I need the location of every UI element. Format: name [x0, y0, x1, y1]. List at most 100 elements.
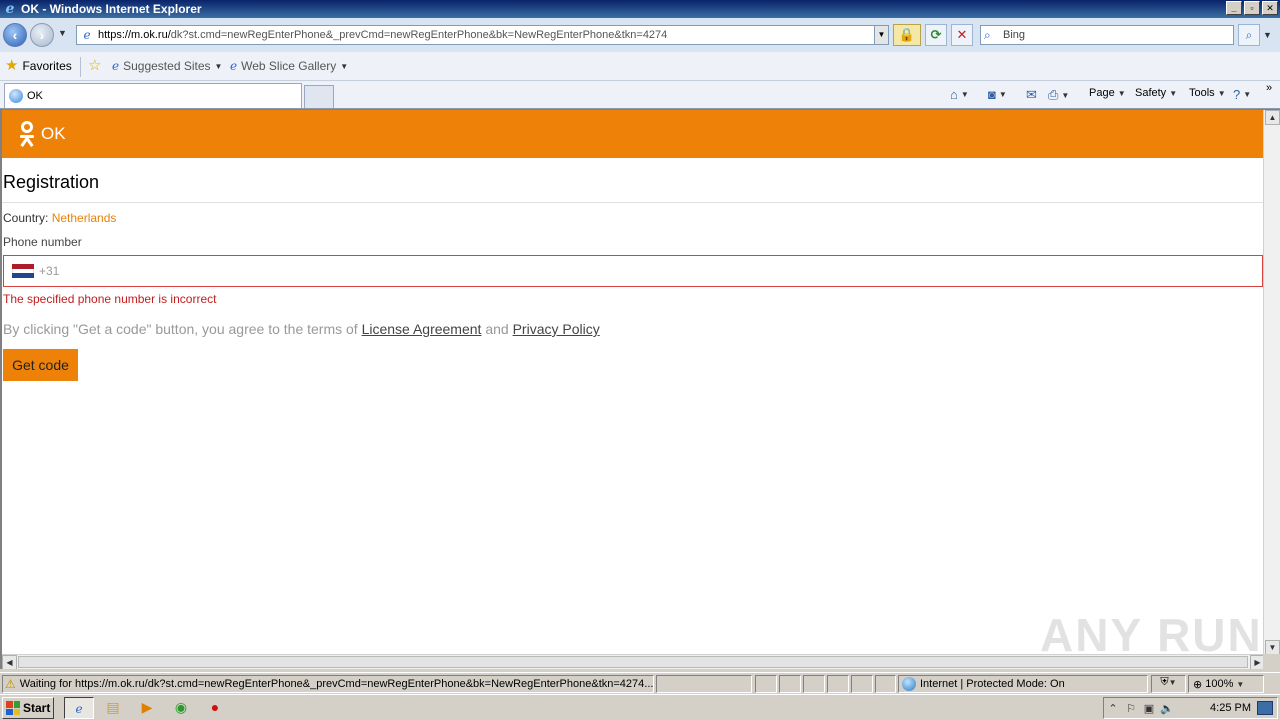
- scroll-left-icon[interactable]: ◀: [2, 655, 17, 669]
- suggested-sites-link[interactable]: e Suggested Sites ▼: [112, 59, 222, 73]
- vertical-scrollbar[interactable]: ▲ ▼: [1263, 110, 1280, 655]
- status-pane: [875, 675, 896, 693]
- protected-mode-button[interactable]: ⛨▼: [1151, 675, 1186, 693]
- site-name[interactable]: OK: [41, 124, 66, 144]
- home-button[interactable]: ⌂ ▼: [950, 87, 969, 102]
- tab-label: OK: [27, 90, 43, 102]
- start-button[interactable]: Start: [2, 697, 54, 719]
- show-hidden-icons-icon[interactable]: ⌃: [1104, 702, 1122, 715]
- page-title: Registration: [3, 172, 100, 192]
- taskbar-chrome-button[interactable]: ◉: [166, 697, 196, 719]
- minimize-button[interactable]: _: [1226, 1, 1242, 15]
- search-options-dropdown-icon[interactable]: ▼: [1263, 30, 1272, 40]
- tools-menu[interactable]: Tools ▼: [1189, 87, 1226, 99]
- suggested-sites-icon: e: [112, 59, 120, 73]
- url-path: dk?st.cmd=newRegEnterPhone&_prevCmd=newR…: [170, 29, 668, 41]
- page-menu[interactable]: Page ▼: [1089, 87, 1126, 99]
- scroll-up-icon[interactable]: ▲: [1265, 110, 1280, 125]
- address-bar[interactable]: e https://m.ok.ru/dk?st.cmd=newRegEnterP…: [76, 25, 889, 45]
- tab-ok[interactable]: OK: [4, 83, 302, 108]
- window-controls: _ ▫ ✕: [1226, 1, 1278, 15]
- favorites-button[interactable]: ★ Favorites: [5, 57, 72, 74]
- status-bar: ⚠ Waiting for https://m.ok.ru/dk?st.cmd=…: [0, 672, 1280, 694]
- windows-logo-icon: [6, 701, 20, 715]
- opera-icon: ●: [210, 699, 220, 715]
- terms-prefix: By clicking "Get a code" button, you agr…: [3, 321, 362, 337]
- taskbar-opera-button[interactable]: ●: [200, 697, 230, 719]
- volume-icon[interactable]: 🔈: [1158, 702, 1176, 715]
- recent-pages-dropdown-icon[interactable]: ▼: [58, 28, 67, 38]
- web-slice-gallery-link[interactable]: e Web Slice Gallery ▼: [230, 59, 348, 73]
- window-title: OK - Windows Internet Explorer: [21, 2, 202, 16]
- search-icon: ⌕: [984, 27, 991, 42]
- security-lock-icon[interactable]: 🔒: [893, 24, 921, 46]
- tab-command-bar: OK ⌂ ▼ ◙ ▼ ✉ ⎙ ▼ Page ▼ Safety ▼ Tools ▼ ? ▼ »: [0, 81, 1280, 109]
- internet-zone-icon: [902, 677, 916, 691]
- scroll-down-icon[interactable]: ▼: [1265, 640, 1280, 655]
- stop-button[interactable]: ✕: [951, 24, 973, 46]
- action-center-flag-icon[interactable]: ⚐: [1122, 702, 1140, 715]
- favorites-divider: [80, 57, 81, 77]
- back-button[interactable]: ‹: [3, 23, 27, 47]
- page-icon: e: [83, 28, 91, 42]
- read-mail-button[interactable]: ✉: [1026, 87, 1037, 103]
- chevron-down-icon: ▼: [214, 61, 223, 71]
- phone-prefix: +31: [39, 264, 60, 278]
- folder-icon: ▤: [106, 699, 120, 715]
- chevron-down-icon: ▼: [998, 90, 1007, 99]
- search-button[interactable]: ⌕: [1238, 24, 1260, 46]
- status-pane: [779, 675, 801, 693]
- get-code-button[interactable]: Get code: [3, 349, 78, 381]
- show-desktop-icon[interactable]: [1257, 701, 1273, 715]
- status-text: Waiting for https://m.ok.ru/dk?st.cmd=ne…: [19, 678, 654, 690]
- print-button[interactable]: ⎙ ▼: [1048, 87, 1069, 103]
- taskbar-media-player-button[interactable]: ▶: [132, 697, 162, 719]
- close-button[interactable]: ✕: [1262, 1, 1278, 15]
- new-tab-button[interactable]: [304, 85, 334, 108]
- status-pane: [803, 675, 825, 693]
- refresh-button[interactable]: ⟳: [925, 24, 947, 46]
- zoom-level: 100%: [1205, 678, 1234, 690]
- address-dropdown-icon[interactable]: ▼: [874, 26, 888, 44]
- title-divider: [2, 202, 1263, 203]
- network-icon[interactable]: ▣: [1140, 702, 1158, 715]
- license-agreement-link[interactable]: License Agreement: [362, 321, 482, 337]
- country-selector-link[interactable]: Netherlands: [52, 211, 117, 225]
- zoom-control[interactable]: ⊕ 100% ▼: [1188, 675, 1264, 693]
- page-menu-label: Page: [1089, 87, 1115, 99]
- chrome-icon: ◉: [174, 699, 188, 715]
- more-commands-button[interactable]: »: [1266, 82, 1272, 94]
- horizontal-scroll-thumb[interactable]: [18, 656, 1248, 668]
- security-zone[interactable]: Internet | Protected Mode: On: [898, 675, 1148, 693]
- taskbar-ie-button[interactable]: e: [64, 697, 94, 719]
- printer-icon: ⎙: [1048, 87, 1059, 102]
- phone-number-field[interactable]: +31: [3, 255, 1263, 287]
- favorites-label: Favorites: [22, 59, 72, 73]
- ok-logo-icon[interactable]: [18, 121, 36, 147]
- web-slice-gallery-label: Web Slice Gallery: [241, 59, 337, 73]
- add-favorite-icon: ☆: [88, 57, 102, 74]
- privacy-policy-link[interactable]: Privacy Policy: [513, 321, 600, 337]
- site-header: OK: [2, 110, 1263, 158]
- maximize-button[interactable]: ▫: [1244, 1, 1260, 15]
- horizontal-scrollbar[interactable]: ◀ ▶: [2, 654, 1265, 669]
- start-label: Start: [23, 701, 51, 715]
- help-menu[interactable]: ? ▼: [1233, 87, 1251, 102]
- safety-menu-label: Safety: [1135, 87, 1167, 99]
- search-input[interactable]: ⌕ Bing: [980, 25, 1234, 45]
- page-viewport: OK Registration Country: Netherlands Pho…: [0, 109, 1280, 669]
- country-label: Country:: [3, 211, 49, 225]
- taskbar-explorer-button[interactable]: ▤: [98, 697, 128, 719]
- home-icon: ⌂: [950, 87, 958, 102]
- system-tray: ⌃ ⚐ ▣ 🔈 4:25 PM: [1103, 697, 1278, 719]
- feeds-button[interactable]: ◙ ▼: [988, 87, 1007, 102]
- safety-menu[interactable]: Safety ▼: [1135, 87, 1177, 99]
- url-host: https://m.ok.ru/: [98, 29, 171, 41]
- favorites-star-icon: ★: [5, 57, 19, 74]
- clock[interactable]: 4:25 PM: [1210, 702, 1251, 714]
- tab-favicon-icon: [9, 89, 23, 103]
- address-toolbar: ‹ › ▼ e https://m.ok.ru/dk?st.cmd=newReg…: [0, 18, 1280, 52]
- chevron-down-icon: ▼: [1243, 90, 1252, 99]
- add-to-favorites-button[interactable]: ☆: [88, 57, 102, 74]
- forward-button[interactable]: ›: [30, 23, 54, 47]
